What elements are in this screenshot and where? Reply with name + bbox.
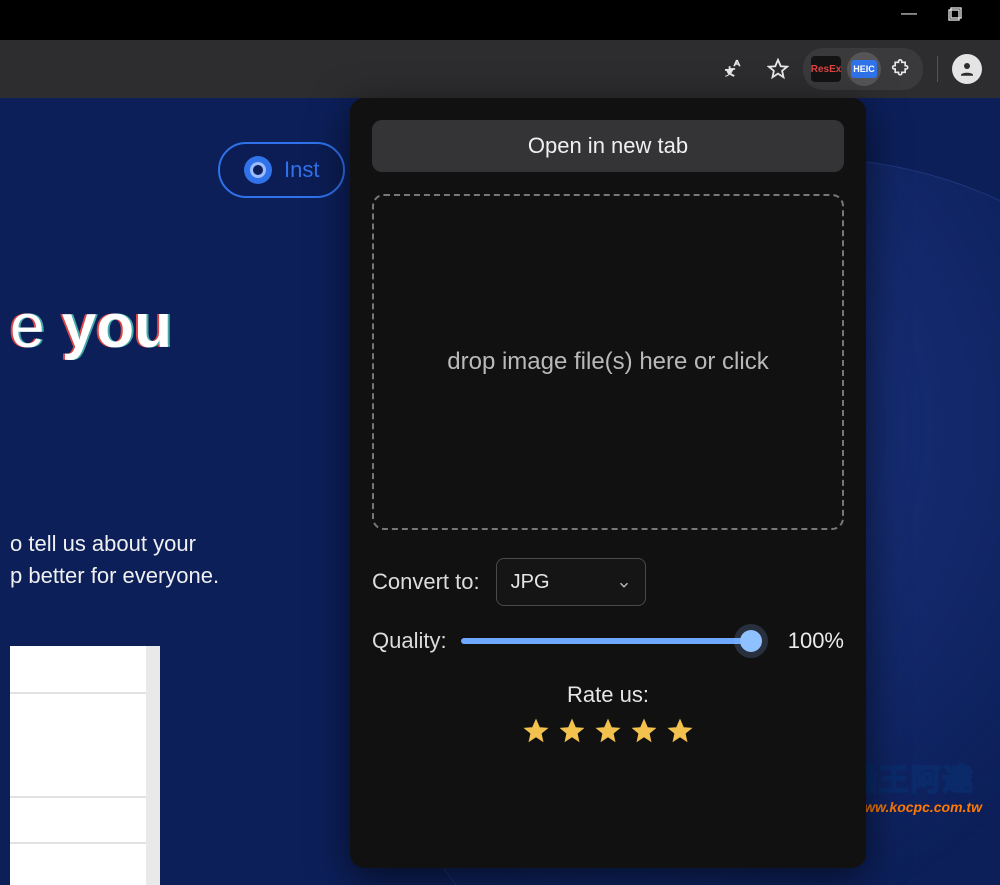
install-button-label: Inst — [284, 157, 319, 183]
subtext-line-1: o tell us about your — [10, 528, 340, 560]
bookmark-star-icon[interactable] — [761, 52, 795, 86]
window-controls: — — [902, 0, 1000, 28]
browser-toolbar: ResEx HEIC — [0, 40, 1000, 98]
format-select[interactable]: JPG — [496, 558, 646, 606]
rating-stars — [372, 716, 844, 746]
translate-icon[interactable] — [719, 52, 753, 86]
chevron-down-icon — [617, 575, 631, 589]
star-icon[interactable] — [665, 716, 695, 746]
dropzone-text: drop image file(s) here or click — [447, 348, 768, 376]
pinned-extensions-group: ResEx HEIC — [803, 48, 923, 90]
star-icon[interactable] — [557, 716, 587, 746]
page-subtext: o tell us about your p better for everyo… — [10, 528, 340, 592]
star-icon[interactable] — [593, 716, 623, 746]
quality-row: Quality: 100% — [372, 628, 844, 654]
quality-slider[interactable] — [461, 638, 760, 644]
minimize-icon[interactable]: — — [902, 7, 916, 21]
page-headline: e you — [0, 294, 360, 359]
mini-scroll-stripe — [146, 646, 160, 885]
mini-divider — [10, 842, 146, 844]
quality-slider-track — [461, 638, 760, 644]
open-new-tab-button[interactable]: Open in new tab — [372, 120, 844, 172]
quality-value: 100% — [774, 628, 844, 654]
extension-chip-heic[interactable]: HEIC — [847, 52, 881, 86]
rate-us-block: Rate us: — [372, 682, 844, 746]
profile-avatar-icon[interactable] — [952, 54, 982, 84]
subtext-line-2: p better for everyone. — [10, 560, 340, 592]
convert-label: Convert to: — [372, 569, 480, 595]
quality-label: Quality: — [372, 628, 447, 654]
heic-badge-label: HEIC — [851, 60, 877, 78]
headline-word: you — [62, 292, 172, 361]
quality-slider-thumb[interactable] — [740, 630, 762, 652]
mini-divider — [10, 692, 146, 694]
rate-us-label: Rate us: — [372, 682, 844, 708]
dropzone[interactable]: drop image file(s) here or click — [372, 194, 844, 530]
headline-fragment: e — [10, 292, 44, 361]
install-button[interactable]: Inst — [218, 142, 345, 198]
extensions-puzzle-icon[interactable] — [887, 52, 915, 86]
format-select-value: JPG — [511, 571, 550, 594]
toolbar-separator — [937, 56, 938, 82]
chrome-icon — [244, 156, 272, 184]
extension-popup: Open in new tab drop image file(s) here … — [350, 98, 866, 868]
convert-row: Convert to: JPG — [372, 558, 844, 606]
mini-divider — [10, 796, 146, 798]
extension-chip-1[interactable]: ResEx — [811, 56, 841, 82]
star-icon[interactable] — [629, 716, 659, 746]
mini-thumbnail-panel — [10, 646, 160, 885]
star-icon[interactable] — [521, 716, 551, 746]
maximize-icon[interactable] — [948, 7, 962, 21]
